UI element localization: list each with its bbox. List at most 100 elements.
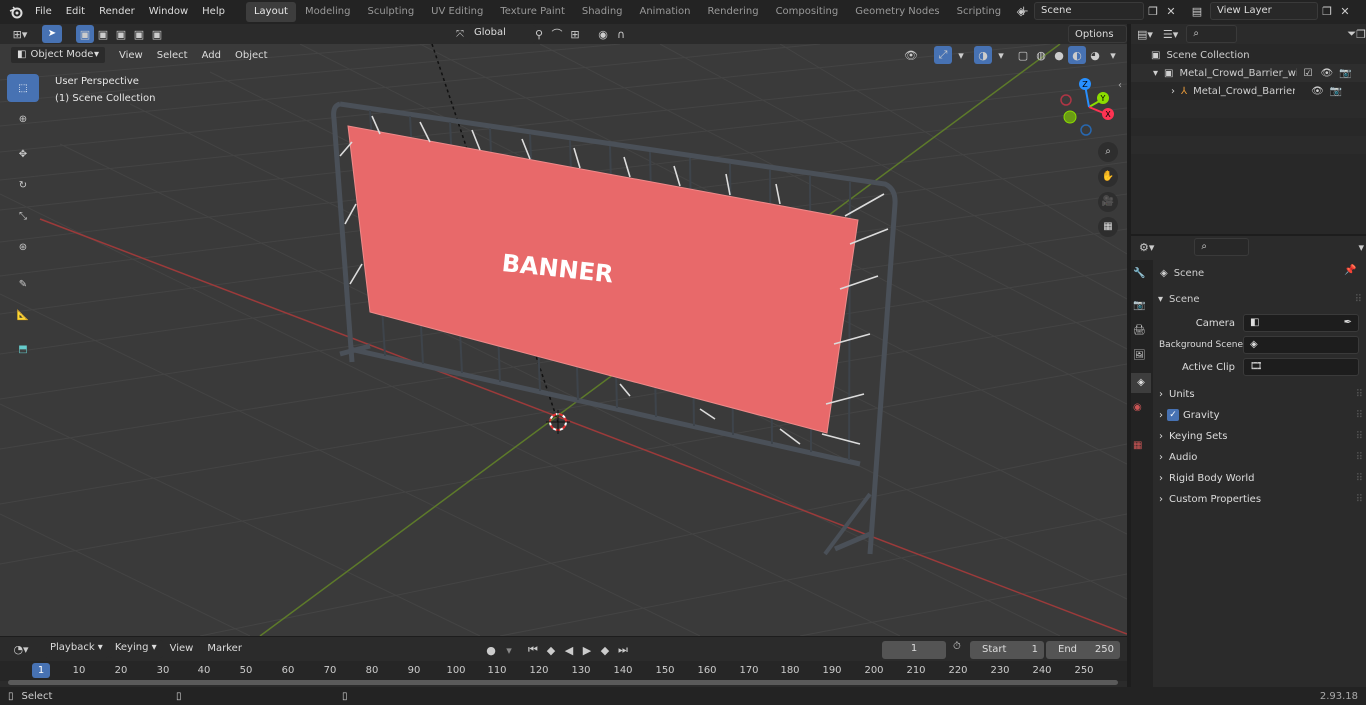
material-shading-icon[interactable]: ◐ (1068, 46, 1086, 64)
move-tool[interactable]: ✥ (7, 140, 39, 168)
visibility-icon[interactable]: 👁 (902, 46, 920, 64)
measure-tool[interactable]: 📐 (7, 301, 39, 329)
outliner-item-collection[interactable]: ▾ ▣ Metal_Crowd_Barrier_with_Ac ☑ 👁 📷 (1131, 64, 1366, 82)
menu-edit[interactable]: Edit (59, 2, 92, 22)
properties-editor-icon[interactable]: ⚙▾ (1139, 238, 1154, 256)
drag-handle-icon[interactable]: ⠿ (1356, 473, 1363, 484)
timeline-marker-menu[interactable]: Marker (200, 639, 249, 659)
rendered-shading-icon[interactable]: ◕ (1086, 46, 1104, 64)
timeline-scrollbar[interactable] (8, 680, 1118, 685)
select-tool-icon[interactable]: ➤ (42, 25, 62, 43)
properties-search-input[interactable]: ⌕ (1194, 238, 1249, 256)
rotate-tool[interactable]: ↻ (7, 171, 39, 199)
timeline-editor-icon[interactable]: ◔▾ (8, 640, 34, 658)
drag-handle-icon[interactable]: ⠿ (1356, 410, 1363, 421)
remove-scene-icon[interactable]: ✕ (1162, 2, 1180, 20)
visibility-eye-icon[interactable]: 👁 (1320, 68, 1333, 79)
timeline-view-menu[interactable]: View (163, 639, 201, 659)
scene-panel-header[interactable]: ▾ Scene ⠿ (1158, 291, 1362, 307)
perspective-toggle-icon[interactable]: ▦ (1098, 217, 1118, 237)
exclude-checkbox[interactable]: ☑ (1303, 68, 1312, 79)
stopwatch-icon[interactable]: ⏱ (953, 641, 961, 652)
end-frame-field[interactable]: End 250 (1046, 641, 1120, 659)
transform-orientation[interactable]: ⤧ Global (456, 25, 536, 43)
copy-scene-icon[interactable]: ❐ (1144, 2, 1162, 20)
tab-geometry-nodes[interactable]: Geometry Nodes (847, 2, 947, 22)
mode-dropdown[interactable]: ◧ Object Mode ▾ (10, 46, 106, 64)
select-new-icon[interactable]: ▣ (76, 25, 94, 43)
active-clip-field[interactable]: 🎞 (1243, 358, 1359, 376)
current-frame-field[interactable]: 1 (882, 641, 946, 659)
render-tab-icon[interactable]: 📷 (1133, 300, 1145, 311)
wireframe-shading-icon[interactable]: ◍ (1032, 46, 1050, 64)
gizmo-dropdown-icon[interactable]: ▾ (952, 46, 970, 64)
eyedropper-icon[interactable]: ✒ (1344, 315, 1352, 331)
blender-logo-icon[interactable] (6, 3, 26, 21)
select-box-tool[interactable]: ⬚ (7, 74, 39, 102)
view-layer-tab-icon[interactable]: 🖼 (1133, 350, 1146, 361)
viewport-menu-object[interactable]: Object (228, 46, 275, 66)
sidebar-toggle-icon[interactable]: ‹ (1118, 80, 1122, 91)
menu-help[interactable]: Help (195, 2, 232, 22)
drag-handle-icon[interactable]: ⠿ (1356, 494, 1363, 505)
3d-viewport[interactable]: BANNER (0, 44, 1127, 636)
zoom-icon[interactable]: ⌕ (1098, 142, 1118, 162)
properties-options-icon[interactable]: ▾ (1357, 238, 1366, 256)
jump-start-icon[interactable]: ⏮ (524, 641, 542, 659)
select-extend-icon[interactable]: ▣ (94, 25, 112, 43)
tab-shading[interactable]: Shading (574, 2, 631, 22)
outliner-search-input[interactable]: ⌕ (1186, 25, 1238, 43)
menu-window[interactable]: Window (142, 2, 195, 22)
expand-arrow-icon[interactable]: ▾ (1153, 68, 1158, 79)
proportional-edit-icon[interactable]: ◉ (594, 25, 612, 43)
outliner-scene-collection[interactable]: ▣ Scene Collection (1131, 46, 1366, 64)
scale-tool[interactable]: ⤡ (7, 202, 39, 230)
tool-tab-icon[interactable]: 🔧 (1133, 268, 1145, 279)
view-layer-icon[interactable]: ▤ (1188, 2, 1206, 20)
drag-handle-icon[interactable]: ⠿ (1355, 294, 1362, 305)
tab-scripting[interactable]: Scripting (949, 2, 1009, 22)
tab-animation[interactable]: Animation (632, 2, 699, 22)
play-reverse-icon[interactable]: ◀ (560, 641, 578, 659)
tab-layout[interactable]: Layout (245, 2, 296, 22)
outliner-editor-icon[interactable]: ▤▾ (1137, 25, 1153, 43)
pan-hand-icon[interactable]: ✋ (1098, 167, 1118, 187)
menu-file[interactable]: File (28, 2, 59, 22)
drag-handle-icon[interactable]: ⠿ (1356, 452, 1363, 463)
visibility-eye-icon[interactable]: 👁 (1311, 86, 1324, 97)
scene-icon[interactable]: ◈ (1012, 2, 1030, 20)
playback-menu[interactable]: Playback ▾ (44, 640, 109, 658)
tab-modeling[interactable]: Modeling (297, 2, 359, 22)
keying-menu[interactable]: Keying ▾ (108, 640, 163, 658)
transform-tool[interactable]: ⊛ (7, 233, 39, 261)
jump-end-icon[interactable]: ⏭ (614, 641, 632, 659)
pivot-icon[interactable]: ⚲ (530, 25, 548, 43)
viewport-menu-view[interactable]: View (112, 46, 150, 66)
pin-icon[interactable]: 📌 (1344, 265, 1356, 276)
tab-sculpting[interactable]: Sculpting (359, 2, 422, 22)
viewport-menu-select[interactable]: Select (150, 46, 195, 66)
select-intersect-icon[interactable]: ▣ (148, 25, 166, 43)
xray-icon[interactable]: ▢ (1014, 46, 1032, 64)
tab-uv-editing[interactable]: UV Editing (423, 2, 491, 22)
overlay-dropdown-icon[interactable]: ▾ (992, 46, 1010, 64)
solid-shading-icon[interactable]: ● (1050, 46, 1068, 64)
viewport-menu-add[interactable]: Add (195, 46, 228, 66)
view-layer-field[interactable]: View Layer (1210, 2, 1318, 20)
playhead[interactable]: 1 (32, 663, 50, 678)
shading-dropdown-icon[interactable]: ▾ (1104, 46, 1122, 64)
next-keyframe-icon[interactable]: ◆ (596, 641, 614, 659)
select-invert-icon[interactable]: ▣ (130, 25, 148, 43)
custom-properties-panel[interactable]: › Custom Properties ⠿ (1159, 490, 1363, 508)
camera-view-icon[interactable]: 🎥 (1098, 192, 1118, 212)
keying-sets-panel[interactable]: › Keying Sets ⠿ (1159, 427, 1363, 445)
world-tab-icon[interactable]: ◉ (1133, 402, 1142, 413)
falloff-icon[interactable]: ∩ (612, 25, 630, 43)
snap-toggle-icon[interactable]: ⌒ (548, 25, 566, 43)
render-camera-icon[interactable]: 📷 (1339, 68, 1351, 79)
add-cube-tool[interactable]: ⬒ (7, 335, 39, 363)
auto-keying-icon[interactable]: ● (482, 641, 500, 659)
cursor-tool[interactable]: ⊕ (7, 105, 39, 133)
remove-view-layer-icon[interactable]: ✕ (1336, 2, 1354, 20)
outliner-item-object[interactable]: › ⅄ Metal_Crowd_Barrier_wit 👁 📷 (1131, 82, 1366, 100)
